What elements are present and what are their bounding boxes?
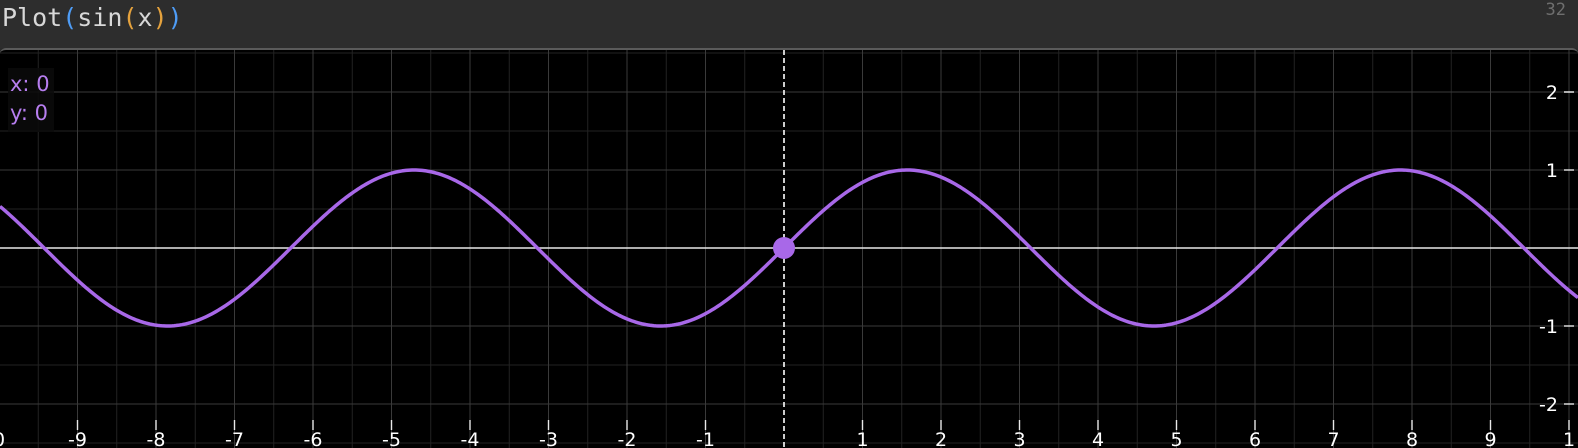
x-tick-label: 8 — [1406, 429, 1418, 448]
x-readout-label: x: — [10, 72, 37, 96]
expression-token: ( — [62, 3, 78, 32]
expression-input[interactable]: Plot(sin(x)) — [2, 2, 183, 34]
plot-area[interactable]: 2 1 -1 -2 0 -9 -8 -7 -6 -5 -4 -3 -2 -1 1 2 3 4 5 6 7 8 9 1 x: 0… — [0, 48, 1578, 448]
cursor-point[interactable] — [773, 237, 795, 259]
expression-token: ) — [152, 3, 168, 32]
y-tick-label: 2 — [1546, 82, 1558, 104]
x-tick-label: 1 — [1563, 429, 1575, 448]
x-tick-label: 3 — [1013, 429, 1025, 448]
y-tick-label: 1 — [1546, 160, 1558, 182]
x-tick-label: 6 — [1249, 429, 1261, 448]
line-number: 32 — [1545, 0, 1566, 20]
y-readout: y: 0 — [10, 99, 50, 128]
y-readout-label: y: — [10, 101, 35, 125]
expression-token: Plot — [2, 3, 63, 32]
x-tick-label: -5 — [382, 429, 401, 448]
x-tick-label: -6 — [304, 429, 323, 448]
x-tick-label: 4 — [1092, 429, 1104, 448]
x-tick-label: 0 — [0, 429, 5, 448]
expression-token: ( — [122, 3, 138, 32]
x-tick-label: 7 — [1327, 429, 1339, 448]
expression-token: sin — [77, 3, 123, 32]
expression-token: ) — [167, 3, 183, 32]
x-tick-label: 5 — [1170, 429, 1182, 448]
x-tick-label: 2 — [935, 429, 947, 448]
function-plot[interactable]: 2 1 -1 -2 0 -9 -8 -7 -6 -5 -4 -3 -2 -1 1 2 3 4 5 6 7 8 9 1 — [0, 50, 1578, 448]
plot-app: Plot(sin(x)) 32 21-1-20-9-8-7-6-5-4-3-2-… — [0, 0, 1578, 448]
x-tick-label: -4 — [461, 429, 480, 448]
x-tick-label: -8 — [147, 429, 166, 448]
expression-token: x — [137, 3, 153, 32]
y-tick-label: -1 — [1539, 316, 1558, 338]
x-tick-label: -9 — [68, 429, 87, 448]
x-readout: x: 0 — [10, 70, 50, 99]
x-tick-label: -1 — [696, 429, 715, 448]
x-readout-value: 0 — [36, 72, 50, 96]
expression-header: Plot(sin(x)) 32 — [0, 0, 1578, 48]
x-tick-label: -3 — [539, 429, 558, 448]
y-tick-label: -2 — [1539, 394, 1558, 416]
y-readout-value: 0 — [34, 101, 49, 125]
x-tick-label: -7 — [225, 429, 244, 448]
x-tick-label: 1 — [856, 429, 868, 448]
x-tick-label: -2 — [618, 429, 637, 448]
x-tick-label: 9 — [1484, 429, 1496, 448]
coordinate-readout: x: 0 y: 0 — [8, 68, 54, 132]
